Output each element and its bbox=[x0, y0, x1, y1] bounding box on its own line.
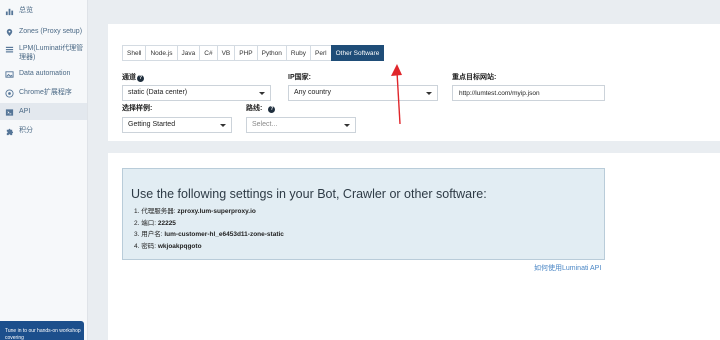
tab-ruby[interactable]: Ruby bbox=[285, 45, 312, 61]
location-pin-icon bbox=[4, 27, 14, 37]
help-icon[interactable]: ? bbox=[268, 106, 276, 113]
chevron-down-icon bbox=[426, 92, 432, 95]
sidebar-item-label: LPM(Luminati代理管理器) bbox=[19, 45, 84, 61]
tab-csharp[interactable]: C# bbox=[199, 45, 218, 61]
channel-label: 通道? bbox=[122, 72, 144, 82]
language-tabs: Shell Node.js Java C# VB PHP Python Ruby… bbox=[122, 45, 385, 61]
sidebar-item-label: Chrome扩展程序 bbox=[19, 89, 72, 96]
sidebar-item-lpm[interactable]: LPM(Luminati代理管理器) bbox=[0, 40, 87, 65]
sidebar-item-data-automation[interactable]: Data automation bbox=[0, 65, 87, 82]
target-url-label: 重点目标网站: bbox=[452, 74, 497, 81]
sidebar-item-chrome-extension[interactable]: Chrome扩展程序 bbox=[0, 84, 87, 101]
list-item: 3. 用户名: lum-customer-hl_e6453d11-zone-st… bbox=[134, 229, 284, 241]
setting-label: 4. 密码: bbox=[134, 242, 158, 250]
target-url-input[interactable] bbox=[452, 85, 605, 101]
setting-value: 22225 bbox=[157, 219, 176, 227]
api-config-card: Shell Node.js Java C# VB PHP Python Ruby… bbox=[108, 24, 720, 141]
sidebar-item-label: 积分 bbox=[19, 127, 33, 134]
tab-vb[interactable]: VB bbox=[216, 45, 236, 61]
image-icon bbox=[4, 69, 14, 79]
sidebar-item-overview[interactable]: 总览 bbox=[0, 2, 87, 19]
chevron-down-icon bbox=[220, 124, 226, 127]
puzzle-icon bbox=[4, 126, 14, 136]
setting-label: 3. 用户名: bbox=[134, 231, 165, 238]
tab-perl[interactable]: Perl bbox=[310, 45, 332, 61]
tab-other-software[interactable]: Other Software bbox=[330, 45, 385, 61]
setting-value: zproxy.lum-superproxy.io bbox=[177, 208, 256, 215]
howto-link[interactable]: 如何使用Luminati API bbox=[534, 263, 601, 273]
list-item: 1. 代理服务器: zproxy.lum-superproxy.io bbox=[134, 206, 284, 218]
list-item: 2. 端口: 22225 bbox=[134, 218, 284, 230]
list-item: 4. 密码: wkjoakpqgoto bbox=[134, 241, 284, 253]
example-select-value: Getting Started bbox=[128, 121, 176, 128]
sidebar-item-label: Zones (Proxy setup) bbox=[19, 28, 83, 35]
settings-card: Use the following settings in your Bot, … bbox=[108, 153, 720, 340]
sidebar-item-api[interactable]: API bbox=[0, 103, 87, 120]
channel-select[interactable]: static (Data center) bbox=[122, 85, 271, 101]
route-select-placeholder: Select... bbox=[252, 121, 278, 128]
route-label-text: 路线: bbox=[246, 105, 263, 112]
settings-list: 1. 代理服务器: zproxy.lum-superproxy.io 2. 端口… bbox=[134, 206, 284, 252]
help-icon[interactable]: ? bbox=[137, 75, 144, 82]
channel-label-text: 通道 bbox=[122, 74, 136, 81]
sidebar-item-label: API bbox=[19, 108, 31, 115]
sidebar-item-label: Data automation bbox=[19, 70, 71, 77]
example-select[interactable]: Getting Started bbox=[122, 117, 232, 133]
route-label: 路线:? bbox=[246, 103, 276, 113]
setting-value: lum-customer-hl_e6453d11-zone-static bbox=[164, 231, 284, 238]
sidebar: 总览 Zones (Proxy setup) LPM(Luminati代理管理器… bbox=[0, 0, 88, 340]
promo-banner[interactable]: Tune in to our hands-on workshop coverin… bbox=[0, 321, 84, 340]
channel-select-value: static (Data center) bbox=[128, 89, 188, 96]
bar-chart-icon bbox=[4, 6, 14, 16]
setting-value: wkjoakpqgoto bbox=[157, 242, 202, 250]
chrome-icon bbox=[4, 88, 14, 98]
promo-text: Tune in to our hands-on workshop coverin… bbox=[5, 328, 81, 340]
tab-java[interactable]: Java bbox=[176, 45, 201, 61]
chevron-down-icon bbox=[259, 92, 265, 95]
annotation-arrow bbox=[391, 64, 402, 125]
tab-nodejs[interactable]: Node.js bbox=[145, 45, 178, 61]
setting-label: 1. 代理服务器: bbox=[134, 208, 178, 215]
sidebar-item-points[interactable]: 积分 bbox=[0, 122, 87, 139]
country-select-value: Any country bbox=[294, 89, 331, 96]
chevron-down-icon bbox=[344, 124, 350, 127]
settings-panel: Use the following settings in your Bot, … bbox=[122, 168, 605, 260]
setting-label: 2. 端口: bbox=[134, 219, 158, 227]
country-label: IP国家: bbox=[288, 74, 311, 81]
example-label: 选择样例: bbox=[122, 105, 153, 112]
tab-shell[interactable]: Shell bbox=[122, 45, 147, 61]
tab-php[interactable]: PHP bbox=[234, 45, 258, 61]
sidebar-item-zones[interactable]: Zones (Proxy setup) bbox=[0, 23, 87, 40]
route-select[interactable]: Select... bbox=[246, 117, 356, 133]
api-icon bbox=[4, 107, 14, 117]
list-icon bbox=[4, 44, 14, 54]
country-select[interactable]: Any country bbox=[288, 85, 438, 101]
tab-python[interactable]: Python bbox=[256, 45, 287, 61]
sidebar-item-label: 总览 bbox=[19, 7, 33, 14]
settings-title: Use the following settings in your Bot, … bbox=[131, 187, 487, 201]
